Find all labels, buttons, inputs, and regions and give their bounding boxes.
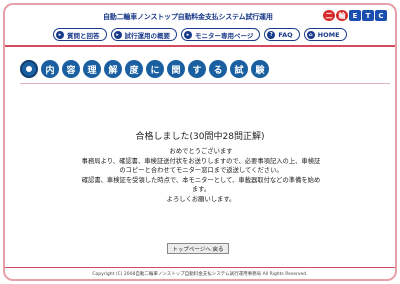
message-line: ます。	[191, 186, 211, 194]
heading-underline	[20, 83, 390, 84]
nav-item-label: HOME	[317, 30, 340, 39]
chevron-right-icon: ▸	[184, 30, 192, 39]
heading-char: る	[209, 60, 227, 78]
chevron-right-icon: ▸	[56, 30, 64, 39]
header-divider	[5, 45, 395, 47]
question-icon: ?	[267, 30, 276, 39]
heading-char: 度	[125, 60, 143, 78]
page-title: 内 容 理 解 度 に 関 す る 試 験	[20, 60, 269, 78]
heading-char: す	[188, 60, 206, 78]
home-icon: ⌂	[306, 30, 315, 39]
main-nav: ▸ 質問と回答 ▸ 試行運用の概要 ▸ モニター専用ページ ? FAQ ⌂ HO…	[53, 28, 347, 42]
nav-item-home[interactable]: ⌂ HOME	[303, 28, 347, 41]
nav-item-faq[interactable]: ? FAQ	[264, 28, 300, 41]
message-line: 確認書、車検証を受領した時点で、本モニターとして、車載器取付などの準備を始め	[81, 176, 321, 184]
logo-letter-4: T	[362, 10, 374, 21]
heading-char: に	[146, 60, 164, 78]
logo-letter-2: 輪	[336, 10, 348, 21]
nav-item-qa[interactable]: ▸ 質問と回答	[53, 28, 107, 41]
person-icon	[20, 60, 38, 78]
logo-letter-3: E	[349, 10, 361, 21]
page-frame: 自動二輪車ノンストップ自動料金支払システム試行運用 二 輪 E T C ▸ 質問…	[3, 3, 397, 281]
heading-char: 理	[83, 60, 101, 78]
site-title: 自動二輪車ノンストップ自動料金支払システム試行運用	[103, 13, 273, 21]
nav-item-monitor-page[interactable]: ▸ モニター専用ページ	[181, 28, 261, 41]
message-line: おめでとうございます	[169, 148, 233, 155]
back-to-top-button[interactable]: トップページへ 戻る	[167, 243, 229, 254]
nav-item-label: 試行運用の概要	[124, 31, 171, 40]
copyright: Copyright (C) 2008自動二輪車ノンストップ自動料金支払システム試…	[92, 272, 308, 277]
message-line: 事務局より、確認書、車検証送付状をお送りしますので、必要事項記入の上、車検証	[81, 157, 321, 165]
logo-letter-5: C	[375, 10, 387, 21]
chevron-right-icon: ▸	[113, 30, 122, 39]
message-line: のコピーと合わせてモニター窓口まで返送してください。	[119, 167, 283, 175]
etc-logo: 二 輪 E T C	[323, 10, 387, 21]
message-line: よろしくお願いします。	[166, 195, 236, 203]
heading-char: 内	[41, 60, 59, 78]
nav-item-overview[interactable]: ▸ 試行運用の概要	[110, 28, 177, 41]
result-message: おめでとうございます 事務局より、確認書、車検証送付状をお送りしますので、必要事…	[41, 147, 361, 205]
heading-char: 解	[104, 60, 122, 78]
footer-divider	[5, 267, 395, 268]
heading-char: 験	[251, 60, 269, 78]
result-title: 合格しました(30問中28問正解)	[135, 132, 265, 142]
nav-item-label: 質問と回答	[67, 31, 100, 40]
heading-char: 試	[230, 60, 248, 78]
heading-char: 容	[62, 60, 80, 78]
heading-char: 関	[167, 60, 185, 78]
logo-letter-1: 二	[323, 10, 335, 21]
nav-item-label: FAQ	[278, 30, 293, 39]
nav-item-label: モニター専用ページ	[195, 31, 254, 40]
